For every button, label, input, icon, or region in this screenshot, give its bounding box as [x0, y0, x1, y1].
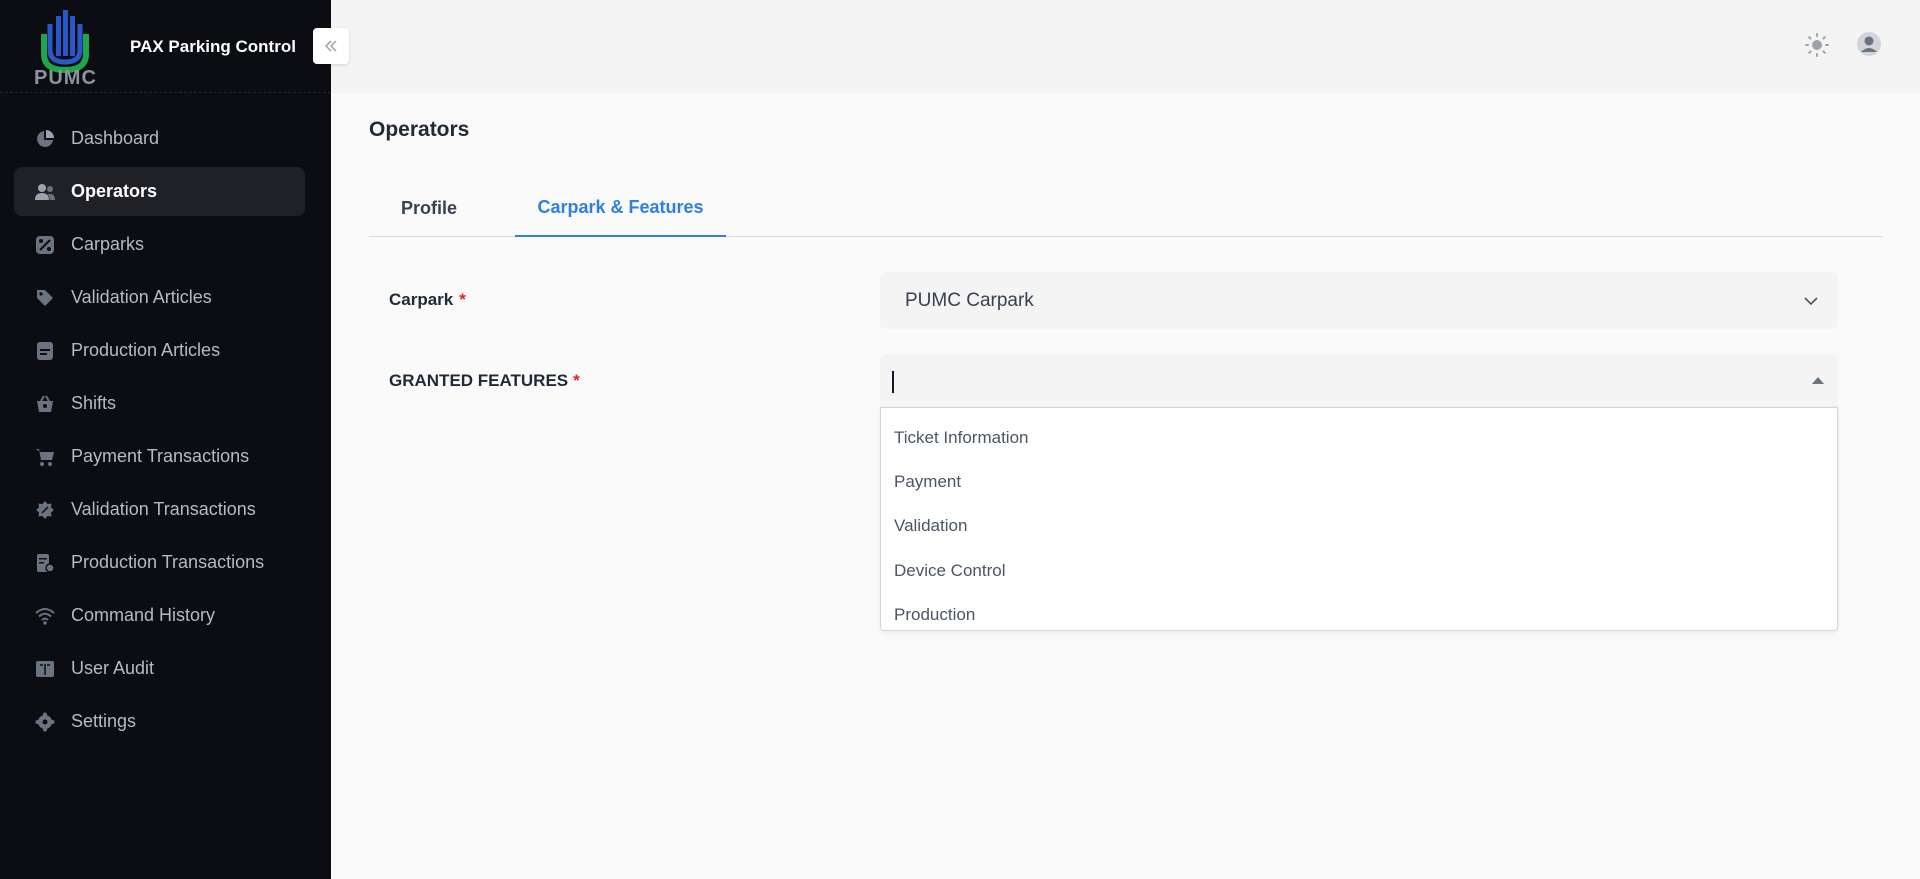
sidebar-item-user-audit[interactable]: User Audit — [14, 644, 305, 693]
carpark-label-text: Carpark — [389, 290, 454, 309]
tag-icon — [34, 287, 56, 309]
cart-icon — [34, 446, 56, 468]
sidebar-item-label: Command History — [71, 605, 216, 625]
pie-chart-icon — [34, 128, 56, 150]
sidebar-item-validation-transactions[interactable]: Validation Transactions — [14, 485, 305, 534]
sidebar-item-production-articles[interactable]: Production Articles — [14, 326, 305, 375]
sidebar-item-payment-transactions[interactable]: Payment Transactions — [14, 432, 305, 481]
granted-features-input[interactable] — [880, 354, 1838, 408]
carpark-label: Carpark * — [389, 290, 466, 310]
double-chevron-left-icon — [324, 40, 337, 52]
carpark-select[interactable]: PUMC Carpark — [880, 272, 1838, 329]
sidebar-item-label: Operators — [71, 181, 158, 201]
topbar — [331, 0, 1920, 93]
option-ticket-information[interactable]: Ticket Information — [881, 416, 1837, 460]
sidebar-item-label: Validation Articles — [71, 287, 212, 307]
sidebar-item-label: Settings — [71, 711, 137, 731]
option-validation[interactable]: Validation — [881, 504, 1837, 548]
basket-icon — [34, 393, 56, 415]
sidebar-item-label: Dashboard — [71, 128, 160, 148]
sidebar-item-label: Production Articles — [71, 340, 221, 360]
discount-icon — [34, 499, 56, 521]
user-avatar-icon[interactable] — [1856, 31, 1882, 57]
tab-carpark-features[interactable]: Carpark & Features — [515, 180, 726, 237]
ticket-icon — [34, 340, 56, 362]
features-dropdown: Ticket Information Payment Validation De… — [880, 407, 1838, 631]
sidebar-nav: Dashboard Operators Carparks Validation … — [14, 114, 305, 750]
caret-up-icon — [1812, 377, 1824, 384]
logo-text: PUMC — [34, 67, 97, 89]
sidebar: PUMC PAX Parking Control Dashboard Opera… — [0, 0, 331, 879]
carpark-select-value: PUMC Carpark — [905, 290, 1034, 311]
option-payment[interactable]: Payment — [881, 460, 1837, 504]
sidebar-item-command-history[interactable]: Command History — [14, 591, 305, 640]
granted-features-label: GRANTED FEATURES * — [389, 371, 580, 391]
percent-badge-icon — [34, 234, 56, 256]
granted-features-label-text: GRANTED FEATURES — [389, 371, 569, 390]
app-name: PAX Parking Control — [130, 37, 296, 56]
sidebar-item-shifts[interactable]: Shifts — [14, 379, 305, 428]
text-cursor — [892, 371, 894, 393]
required-mark: * — [573, 371, 580, 390]
tab-profile[interactable]: Profile — [389, 180, 469, 237]
collapse-sidebar-button[interactable] — [313, 28, 349, 64]
sidebar-item-label: Payment Transactions — [71, 446, 250, 466]
wifi-icon — [34, 605, 56, 627]
sidebar-item-settings[interactable]: Settings — [14, 697, 305, 746]
sidebar-item-label: Shifts — [71, 393, 117, 413]
page-title: Operators — [369, 118, 470, 141]
sidebar-item-carparks[interactable]: Carparks — [14, 220, 305, 269]
sidebar-item-dashboard[interactable]: Dashboard — [14, 114, 305, 163]
tab-bar: Profile Carpark & Features — [369, 180, 1883, 237]
receipt-icon — [34, 552, 56, 574]
sidebar-item-operators[interactable]: Operators — [14, 167, 305, 216]
sidebar-item-label: Carparks — [71, 234, 145, 254]
sidebar-item-label: Validation Transactions — [71, 499, 256, 519]
users-icon — [34, 181, 56, 203]
sidebar-item-validation-articles[interactable]: Validation Articles — [14, 273, 305, 322]
required-mark: * — [459, 290, 466, 309]
sidebar-item-production-transactions[interactable]: Production Transactions — [14, 538, 305, 587]
sidebar-item-label: Production Transactions — [71, 552, 265, 572]
option-production[interactable]: Production — [881, 593, 1837, 637]
brand: PUMC PAX Parking Control — [0, 0, 331, 93]
sun-icon[interactable] — [1805, 33, 1829, 57]
book-icon — [34, 658, 56, 680]
option-device-control[interactable]: Device Control — [881, 549, 1837, 593]
chevron-down-icon — [1804, 297, 1818, 306]
sidebar-item-label: User Audit — [71, 658, 155, 678]
gear-icon — [34, 711, 56, 733]
